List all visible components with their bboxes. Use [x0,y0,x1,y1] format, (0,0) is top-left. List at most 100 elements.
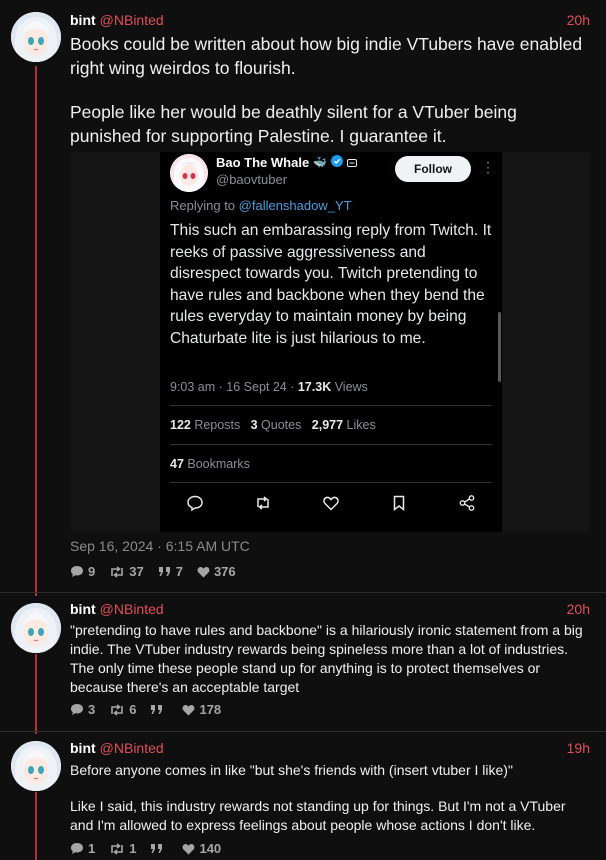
repost-icon [254,494,272,512]
comment-icon [71,704,83,715]
divider [170,444,492,445]
attached-image[interactable]: Bao The Whale 🐳 @baovtuber Follow ⋮ Repl… [70,152,590,532]
divider [0,592,606,593]
views-label: Views [331,380,368,394]
thread-line [35,654,37,734]
quotes-count: 3 [250,418,258,432]
embedded-tweet-text: This such an embarassing reply from Twit… [170,222,492,347]
replying-to-prefix: Replying to [170,198,239,213]
embedded-bookmarks: 47 Bookmarks [170,457,250,471]
quotes-count: 7 [175,564,183,579]
views-count: 17.3K [297,380,332,394]
repost-icon [111,842,124,855]
embedded-handle: @baovtuber [216,172,288,187]
embedded-action-bar [186,494,476,512]
post-header: bint @NBinted [70,740,164,756]
embedded-avatar [170,154,208,192]
embedded-time: 9:03 am · 16 Sept 24 · [170,380,298,394]
repost-icon [111,565,124,578]
whale-emoji: 🐳 [313,157,327,169]
reposts-stat[interactable]: 37 [109,564,144,579]
reposts-stat[interactable]: 6 [109,702,136,717]
quotes-stat[interactable] [150,841,168,856]
replies-count: 1 [88,841,96,856]
embedded-name-text: Bao The Whale [216,155,310,170]
avatar[interactable] [11,12,61,62]
avatar[interactable] [11,741,61,791]
post-header: bint @NBinted [70,12,164,28]
likes-count: 376 [213,564,236,579]
quote-icon [151,843,163,853]
reposts-count: 1 [129,841,137,856]
author-handle[interactable]: @NBinted [100,12,164,28]
divider [170,482,492,483]
quote-icon [158,566,170,576]
embedded-tweet-meta: 9:03 am · 16 Sept 24 · 17.3K Views [170,380,368,394]
heart-icon [183,704,195,715]
thread-line [35,792,37,860]
reposts-stat[interactable]: 1 [109,841,136,856]
post-time[interactable]: 19h [567,740,590,756]
thread-line [35,66,37,596]
post-text: Before anyone comes in like "but she's f… [70,762,513,778]
likes-stat[interactable]: 178 [182,702,221,717]
post-stats: 1 1 140 [70,841,221,856]
post-text: "pretending to have rules and backbone" … [70,622,583,695]
verified-icon [330,155,343,170]
likes-count: 2,977 [311,418,344,432]
badge-icon [346,155,357,170]
quote-icon [151,704,163,714]
replies-count: 3 [88,702,96,717]
replies-stat[interactable]: 3 [70,702,95,717]
share-icon [458,494,476,512]
bookmarks-label: Bookmarks [183,457,250,471]
comment-icon [186,494,204,512]
quotes-stat[interactable] [150,702,168,717]
scrollbar [498,312,501,382]
repost-icon [111,703,124,716]
divider [0,731,606,732]
likes-stat[interactable]: 376 [197,564,236,579]
quotes-stat[interactable]: 7 [158,564,183,579]
replies-count: 9 [88,564,96,579]
post-stats: 9 37 7 376 [70,564,236,579]
post-text: People like her would be deathly silent … [70,102,517,146]
author-name[interactable]: bint [70,601,96,617]
author-handle[interactable]: @NBinted [100,601,164,617]
post-stats: 3 6 178 [70,702,221,717]
comment-icon [71,566,83,577]
post-text: Like I said, this industry rewards not s… [70,798,566,833]
likes-count: 178 [199,702,222,717]
follow-button: Follow [395,156,471,182]
author-name[interactable]: bint [70,740,96,756]
post-text: Books could be written about how big ind… [70,34,583,78]
quotes-label: Quotes [257,418,302,432]
bookmarks-count: 47 [170,457,184,471]
replies-stat[interactable]: 1 [70,841,95,856]
post-time[interactable]: 20h [567,601,590,617]
reposts-count: 122 [170,418,191,432]
bookmark-icon [390,494,408,512]
replying-to-link: @fallenshadow_YT [238,198,352,213]
post-date[interactable]: Sep 16, 2024 · 6:15 AM UTC [70,538,250,554]
heart-icon [183,843,195,854]
reposts-count: 37 [129,564,144,579]
avatar[interactable] [11,603,61,653]
replies-stat[interactable]: 9 [70,564,95,579]
likes-label: Likes [343,418,376,432]
more-icon: ⋮ [481,159,495,175]
author-name[interactable]: bint [70,12,96,28]
comment-icon [71,843,83,854]
reposts-count: 6 [129,702,137,717]
embedded-tweet: Bao The Whale 🐳 @baovtuber Follow ⋮ Repl… [160,152,502,532]
heart-icon [197,566,210,577]
embedded-author-name: Bao The Whale 🐳 [216,155,357,170]
heart-icon [322,494,340,512]
divider [170,405,492,406]
reposts-label: Reposts [190,418,241,432]
likes-stat[interactable]: 140 [182,841,221,856]
likes-count: 140 [199,841,222,856]
embedded-engagement: 122 Reposts 3 Quotes 2,977 Likes [170,418,376,432]
post-time[interactable]: 20h [567,12,590,28]
author-handle[interactable]: @NBinted [100,740,164,756]
